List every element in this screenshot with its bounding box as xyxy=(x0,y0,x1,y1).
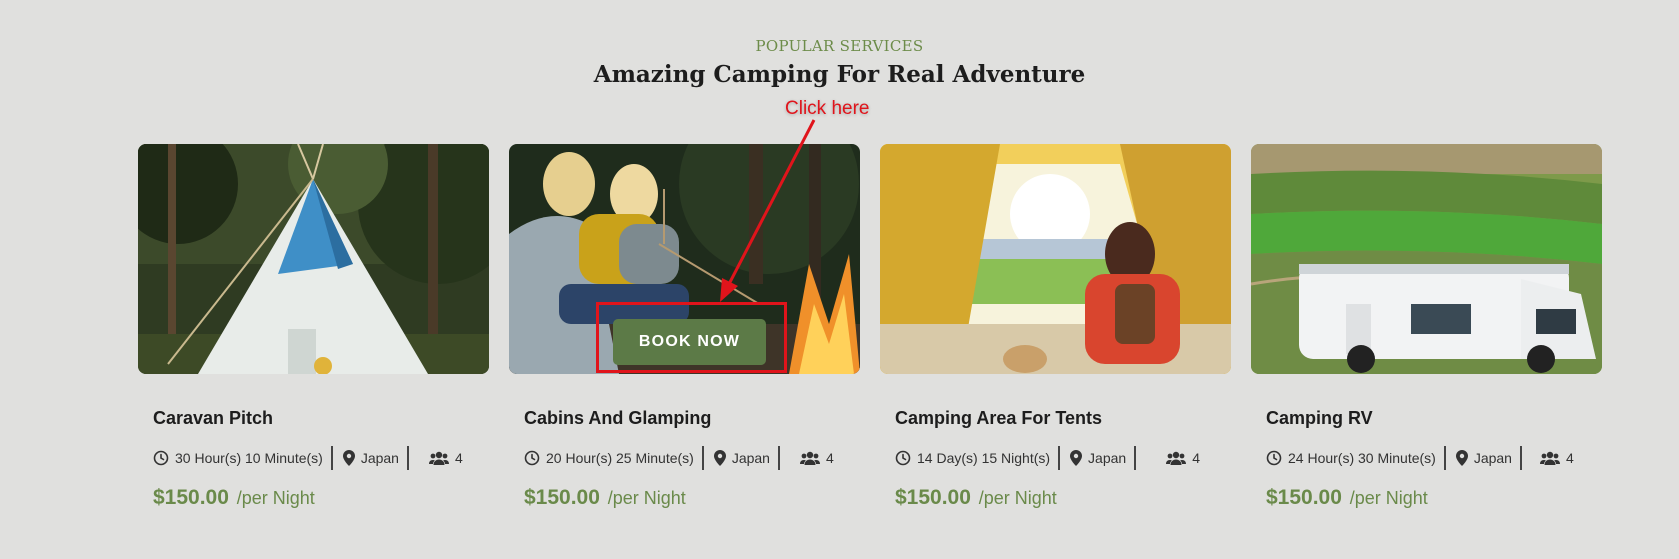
price-amount: $150.00 xyxy=(524,486,600,509)
location: Japan xyxy=(1070,450,1126,466)
guests-count: 4 xyxy=(454,450,463,466)
guests: 4 xyxy=(1539,450,1574,466)
duration-text: 14 Day(s) 15 Night(s) xyxy=(917,450,1051,466)
guests-count: 4 xyxy=(825,450,834,466)
price: $150.00 /per Night xyxy=(524,484,845,512)
price-unit: /per Night xyxy=(1349,488,1428,508)
section-subtitle: POPULAR SERVICES xyxy=(755,37,924,55)
clock-icon xyxy=(524,450,540,466)
service-card-caravan-pitch[interactable]: Caravan Pitch 30 Hour(s) 10 Minute(s) Ja… xyxy=(138,144,489,512)
users-icon xyxy=(428,451,449,465)
location: Japan xyxy=(713,450,770,466)
card-meta: 14 Day(s) 15 Night(s) Japan 4 xyxy=(895,446,1216,470)
price: $150.00 /per Night xyxy=(1266,484,1587,512)
highlight-box xyxy=(596,302,787,373)
meta-divider xyxy=(1443,446,1446,470)
meta-divider xyxy=(1519,446,1522,470)
duration: 30 Hour(s) 10 Minute(s) xyxy=(153,450,323,466)
duration-text: 30 Hour(s) 10 Minute(s) xyxy=(175,450,323,466)
location: Japan xyxy=(1455,450,1512,466)
location-text: Japan xyxy=(731,450,770,466)
card-title[interactable]: Camping Area For Tents xyxy=(895,406,1216,430)
price-unit: /per Night xyxy=(978,488,1057,508)
duration-text: 20 Hour(s) 25 Minute(s) xyxy=(546,450,694,466)
location-text: Japan xyxy=(1473,450,1512,466)
card-meta: 24 Hour(s) 30 Minute(s) Japan 4 xyxy=(1266,446,1587,470)
users-icon xyxy=(1539,451,1560,465)
map-pin-icon xyxy=(342,450,355,466)
card-title[interactable]: Cabins And Glamping xyxy=(524,406,845,430)
inside-tent-view-image[interactable] xyxy=(880,144,1231,374)
duration: 24 Hour(s) 30 Minute(s) xyxy=(1266,450,1436,466)
service-card-camping-rv[interactable]: Camping RV 24 Hour(s) 30 Minute(s) Japan… xyxy=(1251,144,1602,512)
guests: 4 xyxy=(1166,450,1200,466)
price-unit: /per Night xyxy=(236,488,315,508)
guests: 4 xyxy=(799,450,834,466)
map-pin-icon xyxy=(1455,450,1468,466)
teepee-tent-forest-image[interactable] xyxy=(138,144,489,374)
clock-icon xyxy=(153,450,169,466)
section-title: Amazing Camping For Real Adventure xyxy=(593,61,1086,88)
users-icon xyxy=(1166,451,1187,465)
card-meta: 20 Hour(s) 25 Minute(s) Japan 4 xyxy=(524,446,845,470)
card-meta: 30 Hour(s) 10 Minute(s) Japan 4 xyxy=(153,446,474,470)
users-icon xyxy=(799,451,820,465)
price-amount: $150.00 xyxy=(1266,486,1342,509)
clock-icon xyxy=(895,450,911,466)
service-cards: Caravan Pitch 30 Hour(s) 10 Minute(s) Ja… xyxy=(138,144,1602,512)
meta-divider xyxy=(1058,446,1061,470)
location-text: Japan xyxy=(360,450,399,466)
duration: 14 Day(s) 15 Night(s) xyxy=(895,450,1050,466)
duration: 20 Hour(s) 25 Minute(s) xyxy=(524,450,694,466)
card-title[interactable]: Caravan Pitch xyxy=(153,406,474,430)
click-here-label: Click here xyxy=(785,98,870,119)
service-card-camping-area-tents[interactable]: Camping Area For Tents 14 Day(s) 15 Nigh… xyxy=(880,144,1231,512)
meta-divider xyxy=(330,446,333,470)
map-pin-icon xyxy=(1070,450,1083,466)
price: $150.00 /per Night xyxy=(895,484,1216,512)
price-amount: $150.00 xyxy=(895,486,971,509)
price-amount: $150.00 xyxy=(153,486,229,509)
guests-count: 4 xyxy=(1192,450,1200,466)
duration-text: 24 Hour(s) 30 Minute(s) xyxy=(1288,450,1436,466)
rv-green-valley-image[interactable] xyxy=(1251,144,1602,374)
map-pin-icon xyxy=(713,450,726,466)
price-unit: /per Night xyxy=(607,488,686,508)
section-header: POPULAR SERVICES Amazing Camping For Rea… xyxy=(0,36,1679,90)
card-title[interactable]: Camping RV xyxy=(1266,406,1587,430)
meta-divider xyxy=(406,446,409,470)
location-text: Japan xyxy=(1088,450,1127,466)
location: Japan xyxy=(342,450,399,466)
price: $150.00 /per Night xyxy=(153,484,474,512)
guests-count: 4 xyxy=(1565,450,1574,466)
clock-icon xyxy=(1266,450,1282,466)
meta-divider xyxy=(1134,446,1137,470)
guests: 4 xyxy=(428,450,463,466)
meta-divider xyxy=(777,446,780,470)
meta-divider xyxy=(701,446,704,470)
